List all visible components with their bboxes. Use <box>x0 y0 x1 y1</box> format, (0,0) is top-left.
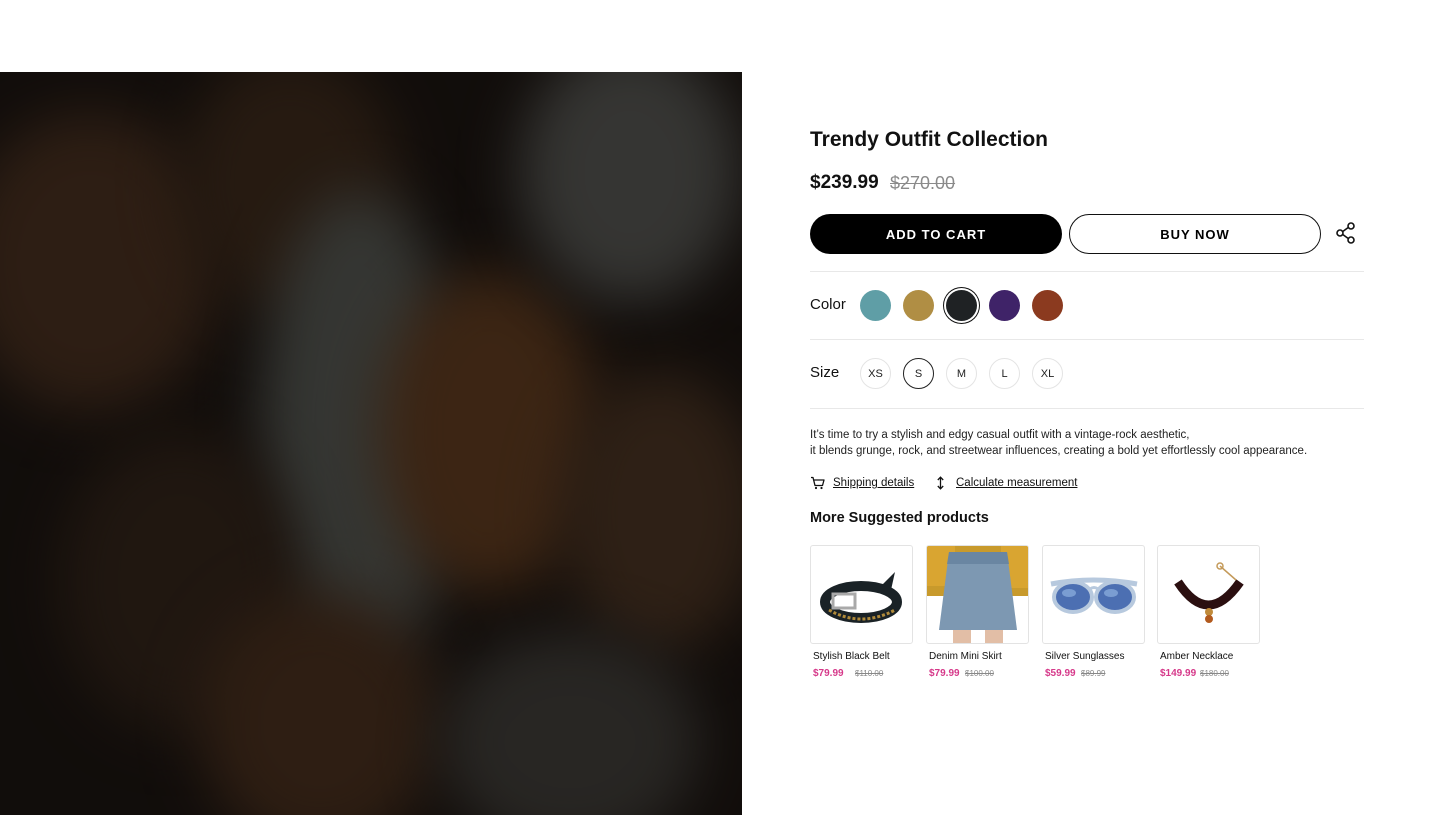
suggested-product-price: $59.99 <box>1045 668 1076 679</box>
suggested-product-old-price: $89.99 <box>1081 669 1106 678</box>
sunglasses-image <box>1050 577 1138 614</box>
add-to-cart-button[interactable]: ADD TO CART <box>810 214 1062 254</box>
size-label: Size <box>810 364 840 381</box>
suggested-product-name: Stylish Black Belt <box>813 651 890 662</box>
suggested-product-card[interactable]: Stylish Black Belt $79.99 $110.00 <box>810 545 914 679</box>
product-thumbnail[interactable] <box>926 545 1029 644</box>
suggested-product-card[interactable]: Denim Mini Skirt $79.99 $100.00 <box>926 545 1030 679</box>
size-option-s[interactable]: S <box>903 358 934 389</box>
product-thumbnail[interactable] <box>810 545 913 644</box>
suggested-product-price: $149.99 <box>1160 668 1197 679</box>
size-option-l[interactable]: L <box>989 358 1020 389</box>
color-swatch-black[interactable] <box>946 290 977 321</box>
divider <box>810 339 1364 340</box>
suggested-product-price: $79.99 <box>929 668 960 679</box>
product-thumbnail[interactable] <box>1157 545 1260 644</box>
product-hero-image <box>0 72 742 815</box>
color-swatch-purple[interactable] <box>989 290 1020 321</box>
suggested-product-price: $79.99 <box>813 668 844 679</box>
choker-necklace-image <box>1174 562 1244 623</box>
vertical-arrows-icon <box>937 476 944 490</box>
product-description: It’s time to try a stylish and edgy casu… <box>810 427 1307 459</box>
calculate-measurement-link[interactable]: Calculate measurement <box>956 477 1077 489</box>
product-old-price: $270.00 <box>890 173 956 193</box>
color-swatch-rust[interactable] <box>1032 290 1063 321</box>
size-option-xl[interactable]: XL <box>1032 358 1063 389</box>
color-swatch-mustard[interactable] <box>903 290 934 321</box>
suggested-products-title: More Suggested products <box>810 510 989 526</box>
size-option-xs[interactable]: XS <box>860 358 891 389</box>
suggested-product-name: Amber Necklace <box>1160 651 1234 662</box>
denim-skirt-image <box>927 546 1028 643</box>
product-thumbnail[interactable] <box>1042 545 1145 644</box>
color-swatch-teal[interactable] <box>860 290 891 321</box>
suggested-product-old-price: $110.00 <box>855 669 884 678</box>
size-option-m[interactable]: M <box>946 358 977 389</box>
black-belt-image <box>820 572 902 623</box>
suggested-product-old-price: $100.00 <box>965 669 994 678</box>
description-line: it blends grunge, rock, and streetwear i… <box>810 445 1308 457</box>
product-title: Trendy Outfit Collection <box>810 128 1049 151</box>
suggested-product-old-price: $180.00 <box>1200 669 1229 678</box>
shipping-details-link[interactable]: Shipping details <box>833 477 914 489</box>
buy-now-button[interactable]: BUY NOW <box>1069 214 1321 254</box>
divider <box>810 408 1364 409</box>
suggested-product-name: Denim Mini Skirt <box>929 651 1002 662</box>
color-label: Color <box>810 296 846 313</box>
divider <box>810 271 1364 272</box>
suggested-product-card[interactable]: Silver Sunglasses $59.99 $89.99 <box>1042 545 1146 679</box>
product-price: $239.99 <box>810 172 879 193</box>
cart-icon <box>811 476 825 490</box>
share-icon[interactable] <box>1336 222 1356 244</box>
suggested-product-name: Silver Sunglasses <box>1045 651 1125 662</box>
description-line: It’s time to try a stylish and edgy casu… <box>810 429 1190 441</box>
suggested-product-card[interactable]: Amber Necklace $149.99 $180.00 <box>1157 545 1261 679</box>
